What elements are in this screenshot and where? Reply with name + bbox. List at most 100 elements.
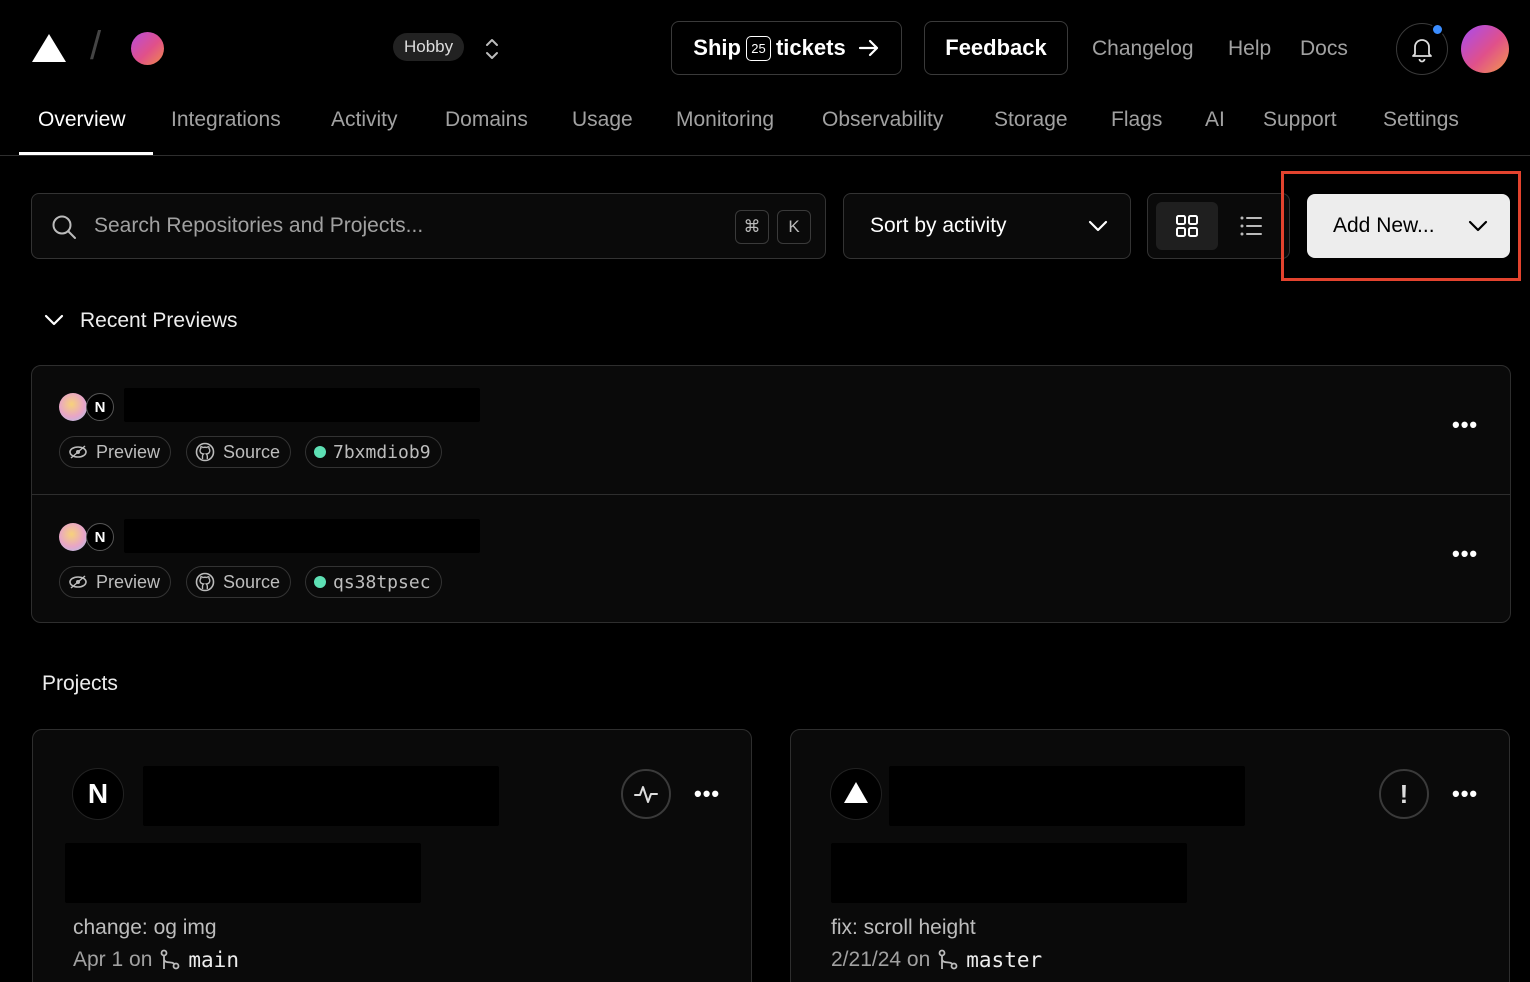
tickets-label: tickets [775, 35, 846, 60]
highlight-box [1281, 171, 1521, 281]
commit-id: 7bxmdiob9 [333, 441, 431, 463]
kbd-cmd: ⌘ [735, 210, 769, 244]
commit-date: Apr 1 on [73, 948, 153, 971]
commit-id: qs38tpsec [333, 571, 431, 593]
preview-title-redacted[interactable] [124, 519, 480, 553]
source-pill[interactable]: Source [186, 566, 292, 598]
activity-icon [634, 786, 658, 803]
preview-title-redacted[interactable] [124, 388, 480, 422]
tab-ai[interactable]: AI [1205, 108, 1225, 132]
changelog-link[interactable]: Changelog [1092, 37, 1194, 61]
tab-settings[interactable]: Settings [1383, 108, 1459, 132]
nextjs-icon: N [72, 768, 124, 820]
activity-button[interactable] [621, 769, 671, 819]
git-branch-icon [160, 949, 180, 970]
commit-meta: 2/21/24 on master [831, 948, 1042, 972]
nextjs-letter: N [87, 778, 109, 809]
sort-label: Sort by activity [870, 214, 1007, 237]
tab-integrations[interactable]: Integrations [171, 108, 281, 132]
tab-overview[interactable]: Overview [38, 108, 126, 132]
header-divider [0, 155, 1530, 156]
more-options-icon[interactable]: ••• [1452, 541, 1478, 567]
recent-previews-list: N Preview Source 7bxmdiob9 ••• N Preview… [31, 365, 1511, 623]
vercel-logo-icon[interactable] [32, 34, 66, 62]
nextjs-icon: N [86, 523, 114, 551]
search-input[interactable] [94, 208, 714, 244]
user-avatar[interactable] [1461, 25, 1509, 73]
more-options-icon[interactable]: ••• [694, 781, 720, 807]
project-domain-redacted[interactable] [831, 843, 1187, 903]
chevron-down-icon [1088, 220, 1108, 232]
preview-pill[interactable]: Preview [59, 436, 172, 468]
alert-icon: ! [1399, 778, 1409, 809]
git-branch-icon [938, 949, 958, 970]
grid-view-button[interactable] [1156, 202, 1218, 250]
source-label: Source [223, 571, 281, 592]
tab-flags[interactable]: Flags [1111, 108, 1162, 132]
sort-dropdown[interactable]: Sort by activity [843, 193, 1131, 259]
commit-message: change: og img [73, 916, 217, 939]
collapse-chevron-icon[interactable] [43, 312, 65, 328]
avatar [59, 393, 87, 421]
tab-monitoring[interactable]: Monitoring [676, 108, 774, 132]
ship-count-badge: 25 [745, 35, 771, 61]
source-pill[interactable]: Source [186, 436, 292, 468]
ship-label: Ship [693, 35, 741, 60]
tab-usage[interactable]: Usage [572, 108, 633, 132]
eye-preview-icon [69, 445, 87, 459]
project-card[interactable]: N ••• change: og img Apr 1 on main [32, 729, 752, 982]
github-icon [195, 572, 215, 592]
alert-button[interactable]: ! [1379, 769, 1429, 819]
status-dot [314, 446, 326, 458]
list-item[interactable]: N Preview Source 7bxmdiob9 ••• [32, 366, 1510, 494]
team-avatar[interactable] [131, 32, 164, 65]
list-view-button[interactable] [1220, 202, 1282, 250]
project-domain-redacted[interactable] [65, 843, 421, 903]
status-dot [314, 576, 326, 588]
ship-tickets-button[interactable]: Ship 25 tickets [671, 21, 902, 75]
nextjs-icon: N [86, 393, 114, 421]
team-switcher-icon[interactable] [482, 36, 502, 62]
branch-name[interactable]: master [966, 948, 1042, 972]
vercel-triangle-icon [830, 768, 882, 820]
more-options-icon[interactable]: ••• [1452, 412, 1478, 438]
commit-meta: Apr 1 on main [73, 948, 239, 972]
tab-observability[interactable]: Observability [822, 108, 943, 132]
arrow-right-icon [858, 39, 880, 57]
tab-activity[interactable]: Activity [331, 108, 398, 132]
source-label: Source [223, 441, 281, 462]
tab-storage[interactable]: Storage [994, 108, 1068, 132]
notification-indicator [1431, 23, 1444, 36]
list-icon [1240, 216, 1262, 236]
help-link[interactable]: Help [1228, 37, 1271, 61]
search-box[interactable]: ⌘ K [31, 193, 826, 259]
preview-label: Preview [96, 571, 161, 592]
project-name-redacted[interactable] [889, 766, 1245, 826]
eye-preview-icon [69, 575, 87, 589]
view-toggle [1147, 193, 1290, 259]
team-name-redacted[interactable] [177, 31, 387, 68]
deployment-pill[interactable]: qs38tpsec [305, 566, 442, 598]
plan-badge: Hobby [393, 33, 465, 61]
github-icon [195, 442, 215, 462]
bell-icon [1412, 39, 1432, 63]
commit-message: fix: scroll height [831, 916, 976, 939]
tab-domains[interactable]: Domains [445, 108, 528, 132]
feedback-button[interactable]: Feedback [924, 21, 1068, 75]
project-name-redacted[interactable] [143, 766, 499, 826]
project-card[interactable]: ! ••• fix: scroll height 2/21/24 on mast… [790, 729, 1510, 982]
search-icon [52, 215, 76, 239]
deployment-pill[interactable]: 7bxmdiob9 [305, 436, 442, 468]
commit-date: 2/21/24 on [831, 948, 931, 971]
recent-previews-title: Recent Previews [80, 309, 238, 332]
more-options-icon[interactable]: ••• [1452, 781, 1478, 807]
list-item[interactable]: N Preview Source qs38tpsec ••• [32, 494, 1510, 622]
tab-support[interactable]: Support [1263, 108, 1337, 132]
docs-link[interactable]: Docs [1300, 37, 1348, 61]
preview-label: Preview [96, 441, 161, 462]
preview-pill[interactable]: Preview [59, 566, 172, 598]
kbd-k: K [777, 210, 811, 244]
projects-title: Projects [42, 672, 118, 695]
branch-name[interactable]: main [188, 948, 239, 972]
grid-icon [1176, 215, 1198, 237]
